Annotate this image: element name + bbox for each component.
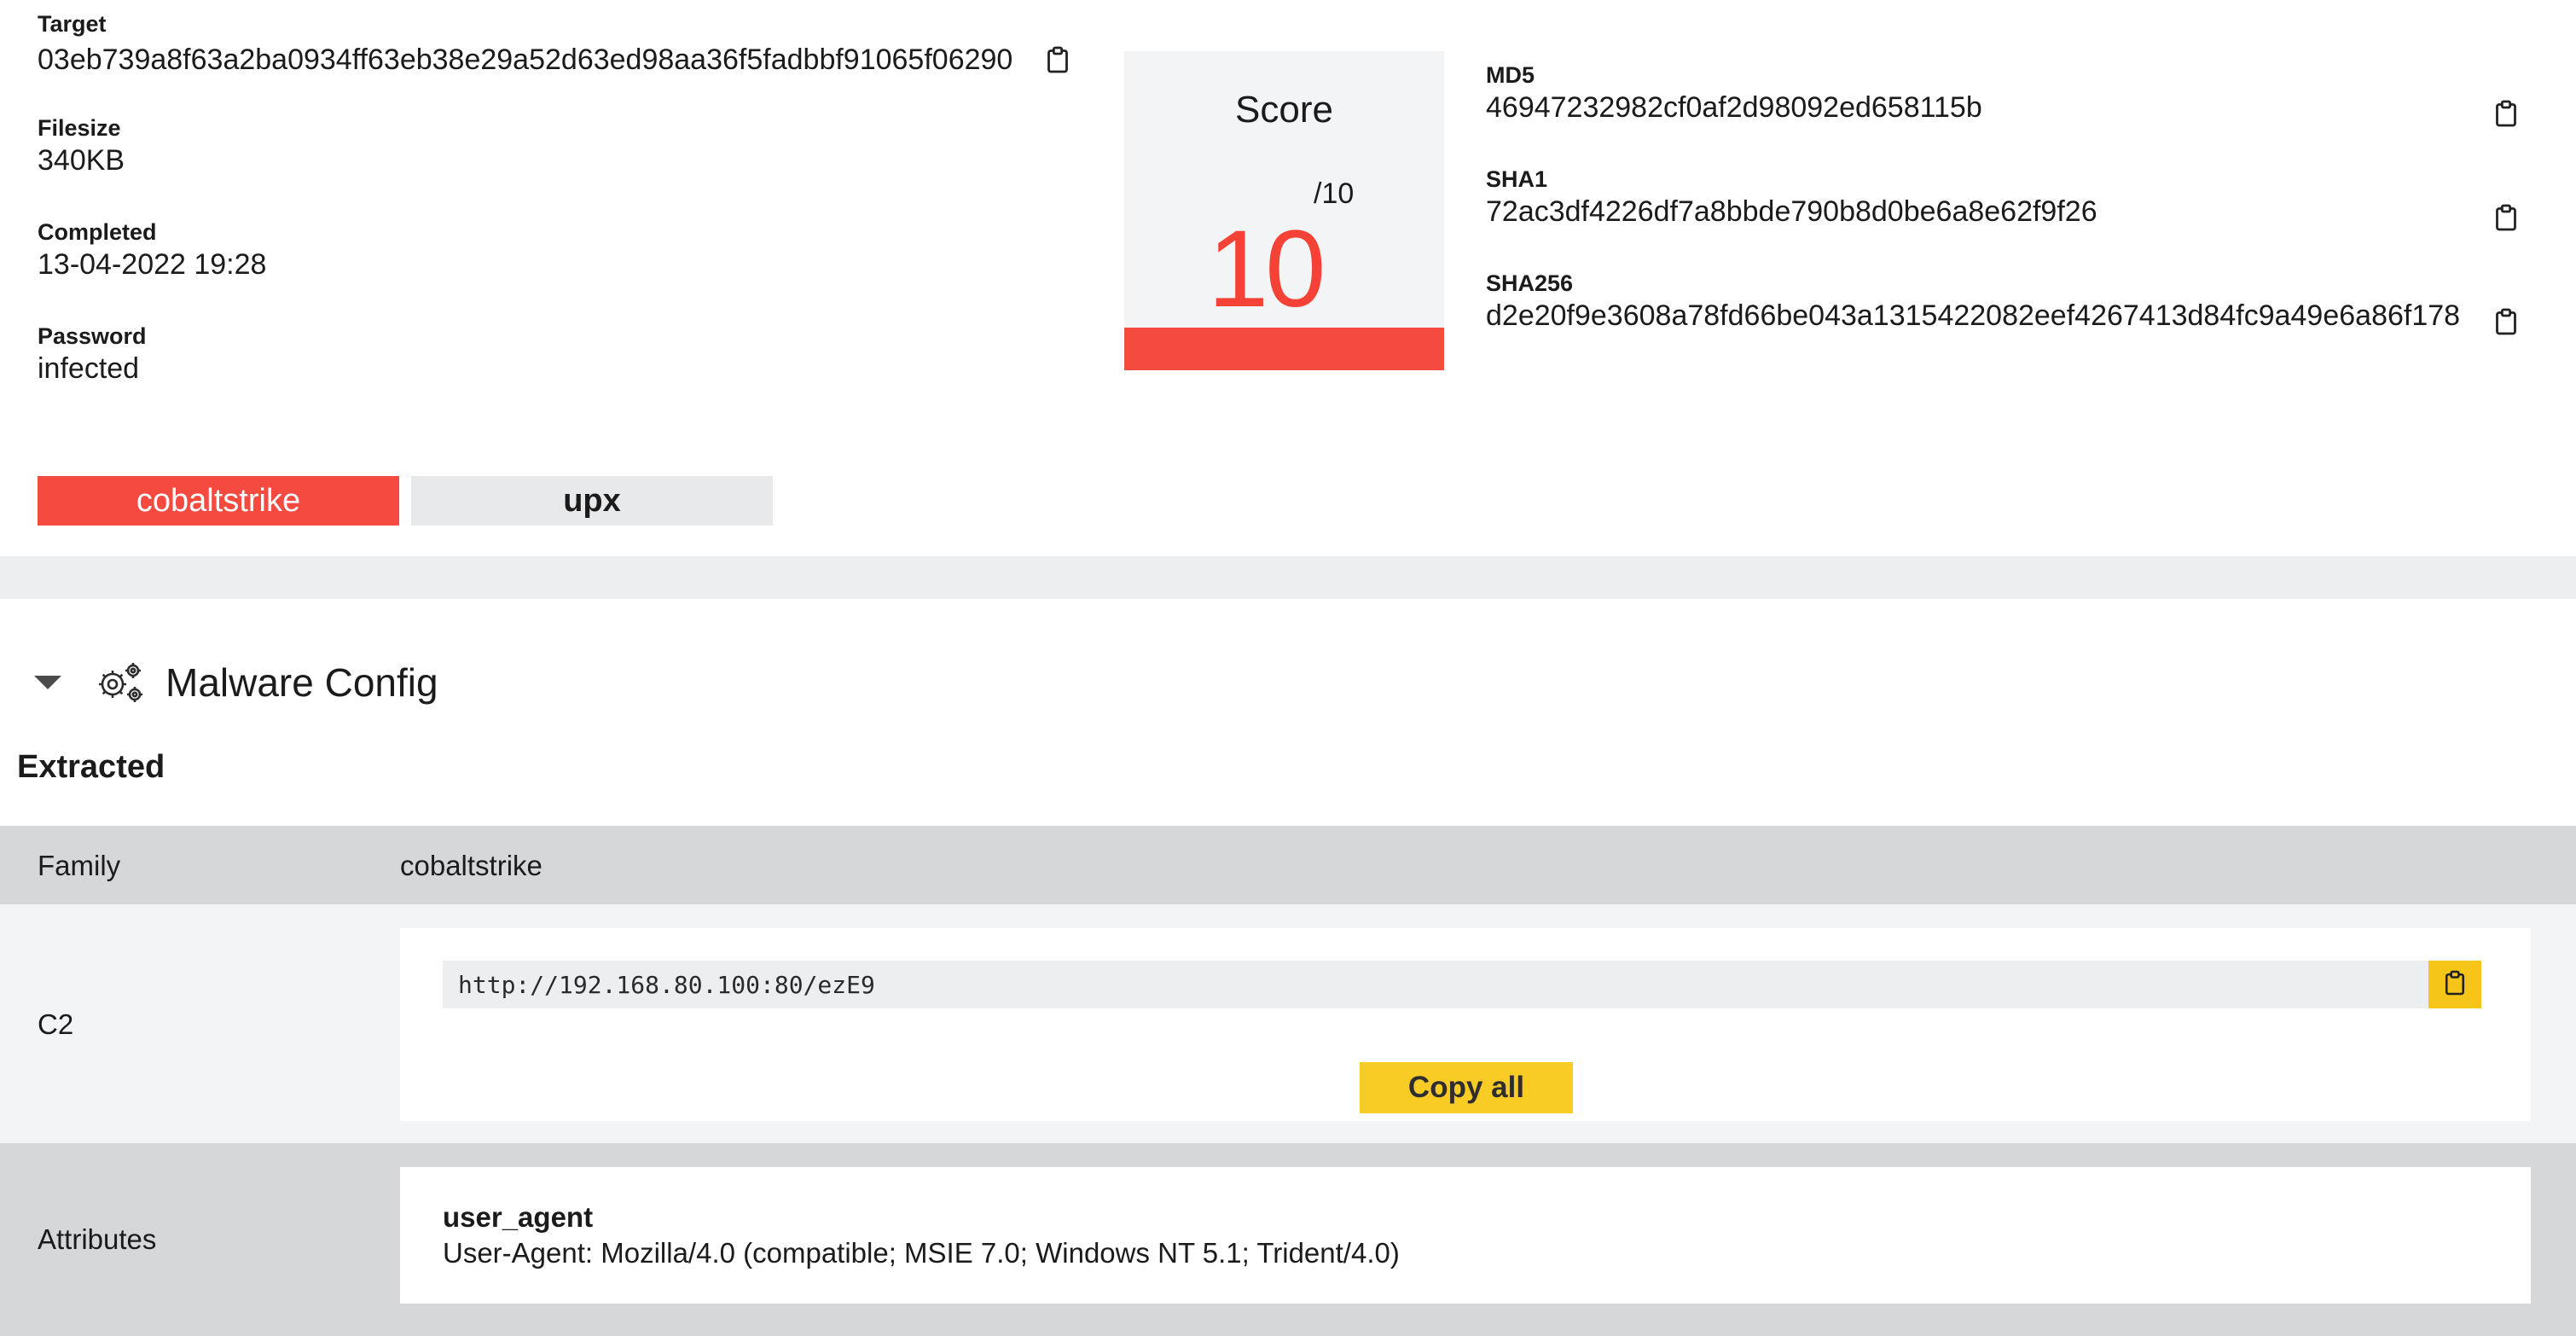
c2-url-box: http://192.168.80.100:80/ezE9 — [443, 961, 2481, 1008]
gears-icon — [92, 660, 145, 705]
attributes-row: Attributes user_agent User-Agent: Mozill… — [0, 1143, 2576, 1336]
family-value: cobaltstrike — [400, 850, 542, 881]
copy-sha1-button[interactable] — [2494, 203, 2518, 236]
sha1-label: SHA1 — [1486, 166, 1548, 192]
family-label: Family — [38, 850, 121, 881]
section-divider — [0, 556, 2576, 599]
clipboard-icon — [2494, 307, 2518, 340]
family-row: Family cobaltstrike — [0, 826, 2576, 904]
password-label: Password — [38, 323, 147, 349]
target-field: Target — [38, 10, 107, 38]
score-bar — [1124, 328, 1444, 370]
c2-row: C2 http://192.168.80.100:80/ezE9 Copy al… — [0, 904, 2576, 1143]
sha1-field: SHA1 72ac3df4226df7a8bbde790b8d0be6a8e62… — [1486, 166, 2097, 230]
filesize-field: Filesize 340KB — [38, 114, 125, 179]
score-card: Score 10 /10 — [1124, 51, 1444, 370]
malware-config-header[interactable]: Malware Config — [34, 648, 438, 717]
c2-url[interactable]: http://192.168.80.100:80/ezE9 — [458, 971, 875, 999]
copy-c2-button[interactable] — [2428, 961, 2481, 1008]
sha1-value: 72ac3df4226df7a8bbde790b8d0be6a8e62f9f26 — [1486, 195, 2097, 228]
md5-field: MD5 46947232982cf0af2d98092ed658115b — [1486, 61, 1982, 126]
tag-upx[interactable]: upx — [411, 476, 773, 526]
sha256-value: d2e20f9e3608a78fd66be043a1315422082eef42… — [1486, 299, 2461, 332]
tag-cobaltstrike[interactable]: cobaltstrike — [38, 476, 399, 526]
password-field: Password infected — [38, 322, 147, 387]
extracted-heading: Extracted — [17, 749, 165, 785]
attributes-panel: user_agent User-Agent: Mozilla/4.0 (comp… — [400, 1167, 2531, 1304]
copy-sha256-button[interactable] — [2494, 307, 2518, 340]
password-value: infected — [38, 352, 140, 385]
filesize-label: Filesize — [38, 115, 121, 141]
copy-all-button[interactable]: Copy all — [1360, 1062, 1573, 1113]
report-page: Target 03eb739a8f63a2ba0934ff63eb38e29a5… — [0, 0, 2576, 1336]
section-title: Malware Config — [165, 660, 438, 705]
summary-panel: Target 03eb739a8f63a2ba0934ff63eb38e29a5… — [0, 0, 2576, 556]
completed-value: 13-04-2022 19:28 — [38, 248, 267, 281]
target-label: Target — [38, 11, 107, 37]
clipboard-icon — [2494, 203, 2518, 236]
attributes-label: Attributes — [38, 1223, 157, 1255]
completed-label: Completed — [38, 219, 157, 245]
attribute-key: user_agent — [443, 1201, 594, 1233]
target-value: 03eb739a8f63a2ba0934ff63eb38e29a52d63ed9… — [38, 44, 1013, 76]
md5-value: 46947232982cf0af2d98092ed658115b — [1486, 91, 1982, 124]
caret-down-icon[interactable] — [34, 676, 61, 689]
sha256-label: SHA256 — [1486, 270, 1574, 296]
completed-field: Completed 13-04-2022 19:28 — [38, 218, 266, 283]
clipboard-icon — [1046, 45, 1070, 78]
sha256-field: SHA256 d2e20f9e3608a78fd66be043a13154220… — [1486, 270, 2460, 334]
c2-panel: http://192.168.80.100:80/ezE9 Copy all — [400, 928, 2531, 1121]
score-value: 10 — [1208, 208, 1326, 330]
clipboard-icon — [2494, 99, 2518, 132]
score-max: /10 — [1314, 177, 1355, 210]
c2-label: C2 — [38, 1008, 74, 1040]
copy-md5-button[interactable] — [2494, 99, 2518, 132]
copy-target-button[interactable] — [1046, 45, 1070, 78]
attribute-value: User-Agent: Mozilla/4.0 (compatible; MSI… — [443, 1237, 1400, 1269]
score-title: Score — [1235, 89, 1333, 131]
clipboard-icon — [2444, 969, 2466, 1001]
filesize-value: 340KB — [38, 144, 125, 177]
md5-label: MD5 — [1486, 62, 1535, 88]
